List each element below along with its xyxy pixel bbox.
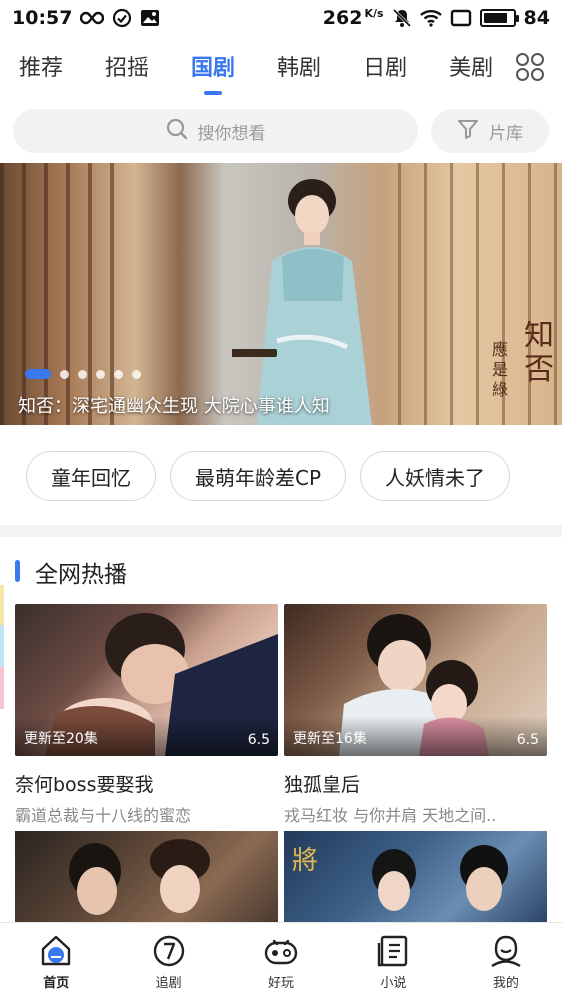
carousel-dot[interactable]	[78, 369, 87, 379]
drama-card[interactable]: 更新至16集 6.5 独孤皇后 戎马红妆 与你并肩 天地之间..	[284, 604, 547, 826]
nav-fun[interactable]: 好玩	[225, 923, 337, 1000]
status-time: 10:57	[12, 7, 73, 29]
drama-description: 戎马红妆 与你并肩 天地之间..	[284, 806, 497, 825]
follow-icon	[153, 935, 184, 967]
nav-follow[interactable]: 追剧	[112, 923, 224, 1000]
home-icon	[42, 935, 71, 966]
tab-1[interactable]: 招摇	[105, 49, 149, 89]
category-grid-icon[interactable]	[515, 52, 545, 82]
drama-thumbnail[interactable]	[15, 831, 278, 923]
banner-caption[interactable]: 知否：深宅通幽众生现 大院心事谁人知	[18, 392, 358, 418]
status-bar: 10:57 262 K/s 84	[0, 0, 562, 36]
carousel-dot[interactable]	[25, 369, 51, 379]
topic-chip[interactable]: 最萌年龄差CP	[170, 451, 347, 501]
nav-home-label: 首页	[43, 976, 70, 991]
topic-chip[interactable]: 童年回忆	[26, 451, 156, 501]
battery-percent: 84	[523, 7, 550, 29]
drama-thumbnail[interactable]: 更新至20集 6.5	[15, 604, 278, 756]
drama-card[interactable]: 更新至20集 6.5 奈何boss要娶我 霸道总裁与十八线的蜜恋	[15, 604, 278, 826]
battery-icon	[479, 9, 519, 27]
svg-text:MING: MING	[510, 423, 558, 425]
nav-follow-label: 追剧	[155, 976, 182, 991]
battery-fill	[483, 13, 508, 23]
svg-text:應: 應	[492, 340, 508, 359]
svg-text:是: 是	[492, 360, 508, 379]
search-input[interactable]: 搜你想看	[13, 109, 418, 153]
topic-chips: 童年回忆 最萌年龄差CP 人妖情未了	[26, 451, 511, 501]
profile-icon	[491, 935, 521, 968]
score-badge: 6.5	[247, 732, 270, 748]
section-title: 全网热播	[35, 562, 127, 588]
drama-logo-image: 知 否 應 是 綠 MING LAN	[492, 321, 558, 425]
drama-title[interactable]: 独孤皇后	[284, 770, 547, 797]
drama-thumbnail[interactable]: 將	[284, 831, 547, 923]
tab-2[interactable]: 国剧	[191, 49, 235, 95]
topic-chip[interactable]: 人妖情未了	[360, 451, 511, 501]
nav-novel[interactable]: 小说	[337, 923, 449, 1000]
thumbnail-art: 將	[292, 845, 508, 911]
screen-rotate-icon	[450, 9, 472, 27]
tab-5[interactable]: 美剧	[449, 49, 493, 89]
nav-profile-label: 我的	[492, 976, 519, 991]
network-speed: 262 K/s	[323, 7, 384, 29]
section-accent-bar	[15, 560, 20, 582]
tab-3[interactable]: 韩剧	[277, 49, 321, 89]
infinity-icon	[80, 11, 105, 25]
banner-carousel[interactable]: 知 否 應 是 綠 MING LAN	[0, 163, 562, 425]
filter-icon	[457, 118, 479, 145]
edge-tab-pink	[0, 667, 4, 709]
status-right: 262 K/s 84	[323, 7, 550, 29]
nav-profile[interactable]: 我的	[450, 923, 562, 1000]
app-screen: 10:57 262 K/s 84 推荐招摇 国剧 韩剧 日剧 美剧 搜你想看 片…	[0, 0, 562, 1000]
book-icon	[378, 935, 408, 967]
carousel-dot[interactable]	[96, 369, 105, 379]
category-tabs: 推荐 招摇 国剧 韩剧 日剧 美剧	[0, 44, 562, 95]
nav-novel-label: 小说	[380, 976, 407, 991]
drama-description: 霸道总裁与十八线的蜜恋	[15, 806, 192, 825]
image-icon	[140, 9, 160, 27]
gamepad-icon	[264, 939, 298, 965]
carousel-dot[interactable]	[132, 369, 141, 379]
nav-fun-label: 好玩	[268, 976, 295, 991]
bottom-navigation: 首页 追剧 好玩 小说 我的	[0, 922, 562, 1000]
edge-tab-blue	[0, 625, 4, 667]
score-badge: 6.5	[516, 732, 539, 748]
banner-figure-image	[232, 179, 372, 425]
library-label: 片库	[489, 123, 523, 144]
thumbnail-logo: 將	[292, 846, 318, 876]
tab-4[interactable]: 日剧	[363, 49, 407, 89]
svg-text:知: 知	[524, 321, 554, 353]
nav-home[interactable]: 首页	[0, 923, 112, 1000]
check-circle-icon	[112, 8, 132, 28]
drama-title[interactable]: 奈何boss要娶我	[15, 770, 278, 797]
thumbnail-art	[69, 839, 210, 915]
episode-badge: 更新至16集	[293, 731, 367, 747]
edge-tab-yellow	[0, 585, 4, 625]
svg-text:否: 否	[524, 352, 554, 387]
carousel-indicator[interactable]	[25, 369, 141, 379]
svg-text:綠: 綠	[492, 380, 508, 399]
search-icon	[166, 118, 188, 145]
mute-bell-icon	[392, 8, 412, 28]
status-left: 10:57	[12, 7, 160, 29]
carousel-dot[interactable]	[114, 369, 123, 379]
tab-0[interactable]: 推荐	[19, 49, 63, 89]
banner-background	[0, 163, 120, 425]
network-speed-value: 262	[322, 7, 363, 29]
carousel-dot[interactable]	[60, 369, 69, 379]
section-divider	[0, 525, 562, 537]
network-speed-unit: K/s	[364, 7, 384, 20]
search-placeholder: 搜你想看	[197, 123, 266, 144]
episode-badge: 更新至20集	[24, 731, 98, 747]
library-button[interactable]: 片库	[431, 109, 549, 153]
drama-thumbnail[interactable]: 更新至16集 6.5	[284, 604, 547, 756]
wifi-icon	[419, 9, 442, 27]
